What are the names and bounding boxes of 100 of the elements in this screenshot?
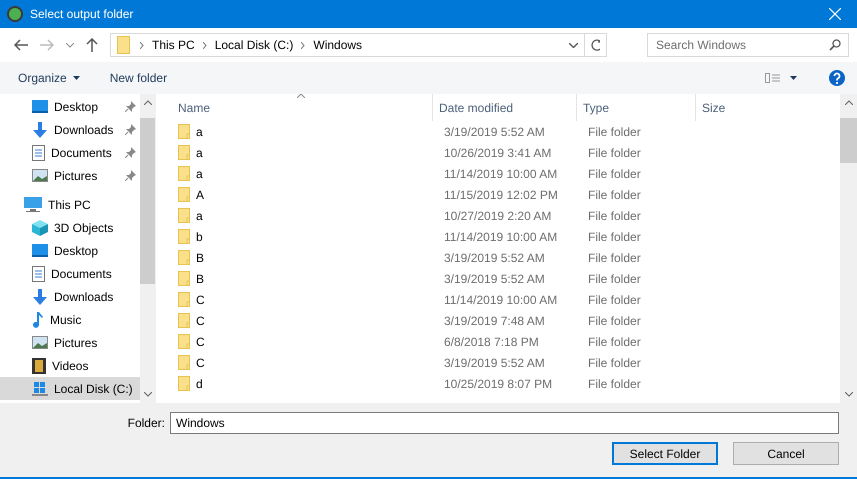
window-title: Select output folder: [30, 7, 134, 21]
table-cell-text: 11/14/2019 10:00 AM: [443, 292, 558, 306]
select-folder-button[interactable]: Select Folder: [612, 442, 718, 465]
table-cell-text: File folder: [587, 230, 642, 244]
nav-item[interactable]: Downloads: [0, 285, 140, 308]
file-name[interactable]: a: [196, 208, 203, 222]
picture-icon: [32, 336, 48, 349]
music-note-icon: [32, 312, 44, 328]
table-cell-text: 3/19/2019 5:52 AM: [443, 124, 546, 138]
help-icon[interactable]: [829, 70, 845, 86]
chevron-down-icon: [66, 42, 74, 48]
folder-icon: [178, 250, 190, 265]
nav-item[interactable]: Music: [0, 308, 140, 331]
breadcrumb-item[interactable]: Local Disk (C:): [212, 38, 296, 52]
nav-item[interactable]: Desktop: [0, 239, 140, 262]
app-logo-icon: [7, 6, 23, 22]
nav-item[interactable]: Local Disk (C:): [0, 377, 140, 400]
table-cell-text: File folder: [587, 272, 642, 286]
back-arrow-icon: [14, 39, 28, 51]
file-name[interactable]: B: [196, 250, 204, 264]
table-cell-text: File folder: [587, 188, 642, 202]
picture-icon: [32, 169, 48, 182]
folder-icon: [178, 334, 190, 349]
scroll-up-icon[interactable]: [144, 100, 152, 105]
nav-item[interactable]: This PC: [0, 193, 140, 216]
file-name[interactable]: d: [196, 376, 203, 390]
folder-icon: [178, 355, 190, 370]
sort-caret-icon: [297, 94, 305, 98]
folder-icon: [178, 376, 190, 391]
search-field[interactable]: Search Windows: [647, 33, 849, 57]
chevron-icon: [140, 42, 144, 48]
table-cell-text: 10/25/2019 8:07 PM: [443, 376, 554, 390]
table-cell-text: File folder: [587, 376, 642, 390]
table-cell-text: File folder: [587, 146, 642, 160]
scrollbar-thumb[interactable]: [840, 118, 857, 163]
scroll-down-icon[interactable]: [844, 392, 852, 397]
close-icon: [829, 8, 841, 20]
breadcrumb-item[interactable]: This PC: [150, 38, 197, 52]
scroll-up-icon[interactable]: [844, 100, 852, 105]
monitor-icon: [32, 244, 48, 257]
organize-button[interactable]: Organize: [18, 71, 88, 85]
new-folder-button[interactable]: New folder: [110, 71, 176, 85]
file-name[interactable]: C: [196, 292, 205, 306]
file-name[interactable]: C: [196, 356, 205, 370]
up-arrow-icon: [86, 38, 98, 52]
file-name[interactable]: a: [196, 166, 203, 180]
table-cell-text: File folder: [587, 124, 642, 138]
scrollbar-thumb[interactable]: [140, 118, 155, 284]
file-name[interactable]: b: [196, 230, 203, 244]
nav-item[interactable]: Desktop: [0, 95, 140, 118]
folder-field[interactable]: Windows: [170, 412, 839, 434]
folder-label: Folder:: [128, 416, 165, 430]
cancel-button[interactable]: Cancel: [733, 442, 839, 465]
column-header[interactable]: Date modified: [432, 94, 576, 121]
nav-item[interactable]: Videos: [0, 354, 140, 377]
computer-icon: [24, 197, 42, 212]
table-cell-text: 10/27/2019 2:20 AM: [443, 208, 552, 222]
nav-item[interactable]: Downloads: [0, 118, 140, 141]
table-cell-text: 11/14/2019 10:00 AM: [443, 166, 558, 180]
film-icon: [32, 358, 46, 374]
document-icon: [32, 266, 45, 282]
folder-icon: [178, 292, 190, 307]
table-cell-text: File folder: [587, 166, 642, 180]
file-name[interactable]: a: [196, 124, 203, 138]
file-name[interactable]: B: [196, 272, 204, 286]
dropdown-icon[interactable]: [569, 42, 578, 48]
scroll-down-icon[interactable]: [144, 392, 152, 397]
scrollbar[interactable]: [840, 94, 857, 403]
file-name[interactable]: a: [196, 146, 203, 160]
table-cell-text: File folder: [587, 250, 642, 264]
table-cell-text: 10/26/2019 3:41 AM: [443, 146, 552, 160]
nav-item[interactable]: Documents: [0, 141, 140, 164]
nav-item[interactable]: Documents: [0, 262, 140, 285]
table-cell-text: File folder: [587, 208, 642, 222]
nav-item[interactable]: Pictures: [0, 164, 140, 187]
document-icon: [32, 144, 45, 160]
column-header[interactable]: Name: [172, 94, 432, 121]
table-cell-text: 6/8/2018 7:18 PM: [443, 334, 540, 348]
caret-icon: [72, 76, 80, 80]
address-bar[interactable]: This PC Local Disk (C:) Windows: [110, 33, 607, 57]
scrollbar[interactable]: [140, 94, 155, 403]
table-cell-text: File folder: [587, 314, 642, 328]
forward-arrow-icon: [40, 39, 54, 51]
nav-item[interactable]: Pictures: [0, 331, 140, 354]
file-name[interactable]: C: [196, 334, 205, 348]
column-header[interactable]: Type: [576, 94, 695, 121]
table-cell-text: 11/15/2019 12:02 PM: [443, 188, 559, 202]
file-name[interactable]: A: [196, 188, 204, 202]
view-options-icon[interactable]: [765, 73, 797, 83]
table-cell-text: 11/14/2019 10:00 AM: [443, 230, 558, 244]
breadcrumb-item[interactable]: Windows: [311, 38, 364, 52]
refresh-icon: [591, 39, 600, 51]
nav-item[interactable]: 3D Objects: [0, 216, 140, 239]
table-cell-text: 3/19/2019 5:52 AM: [443, 356, 546, 370]
folder-icon: [178, 313, 190, 328]
table-cell-text: File folder: [587, 292, 642, 306]
folder-icon: [178, 229, 190, 244]
file-name[interactable]: C: [196, 314, 205, 328]
table-cell-text: 3/19/2019 5:52 AM: [443, 250, 546, 264]
search-icon: [829, 39, 841, 51]
